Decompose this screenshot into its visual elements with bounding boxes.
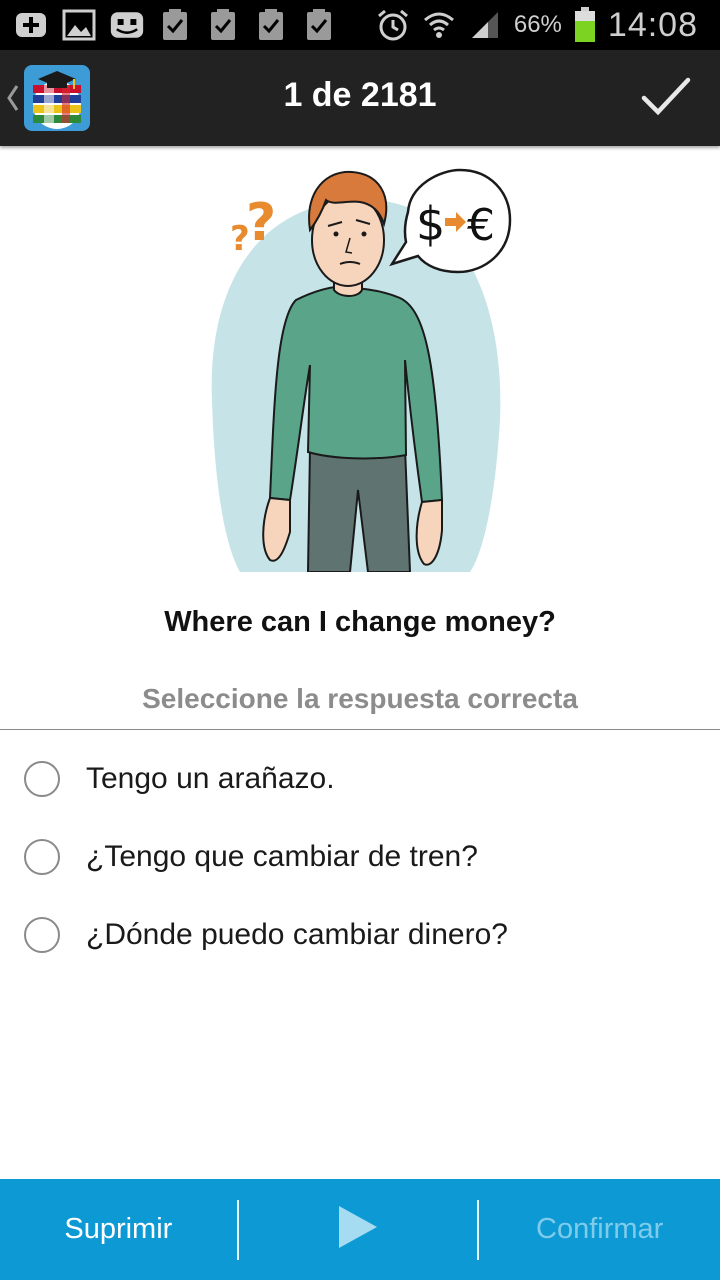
radio-button[interactable] <box>24 917 60 953</box>
play-icon <box>337 1204 379 1255</box>
clipboard-check-icon <box>206 8 240 42</box>
battery-percentage: 66% <box>513 11 562 38</box>
instruction-text: Seleccione la respuesta correcta <box>142 683 578 714</box>
confirm-button[interactable]: Confirmar <box>479 1179 720 1280</box>
play-button[interactable] <box>239 1179 478 1280</box>
answer-option[interactable]: ¿Dónde puedo cambiar dinero? <box>0 896 720 974</box>
divider <box>0 729 720 730</box>
page-title: 1 de 2181 <box>283 76 437 114</box>
svg-text:€: € <box>467 200 495 251</box>
clipboard-check-icon <box>158 8 192 42</box>
action-bar: 1 de 2181 <box>0 50 720 146</box>
clipboard-check-icon <box>254 8 288 42</box>
answer-option[interactable]: ¿Tengo que cambiar de tren? <box>0 818 720 896</box>
notification-icons <box>0 8 336 42</box>
checkmark-icon[interactable] <box>640 76 692 120</box>
signal-icon <box>468 8 502 42</box>
messenger-icon <box>110 8 144 42</box>
svg-text:?: ? <box>246 193 276 253</box>
up-chevron-icon[interactable] <box>6 80 22 116</box>
clipboard-check-icon <box>302 8 336 42</box>
answer-options: Tengo un arañazo. ¿Tengo que cambiar de … <box>0 740 720 974</box>
answer-option[interactable]: Tengo un arañazo. <box>0 740 720 818</box>
add-icon <box>14 8 48 42</box>
answer-option-label: ¿Dónde puedo cambiar dinero? <box>86 918 508 951</box>
radio-button[interactable] <box>24 761 60 797</box>
delete-button[interactable]: Suprimir <box>0 1179 237 1280</box>
clock: 14:08 <box>607 5 698 44</box>
screen: 66% 14:08 1 de 2181 ? ? $ € Where can I … <box>0 0 720 1280</box>
question-text: Where can I change money? <box>164 606 556 638</box>
answer-option-label: ¿Tengo que cambiar de tren? <box>86 840 478 873</box>
status-bar: 66% 14:08 <box>0 0 720 50</box>
app-logo[interactable] <box>24 65 90 131</box>
alarm-icon <box>376 8 410 42</box>
gallery-icon <box>62 8 96 42</box>
system-icons: 66% 14:08 <box>376 6 720 45</box>
svg-text:?: ? <box>230 219 250 259</box>
battery-icon <box>574 7 596 42</box>
bottom-action-bar: Suprimir Confirmar <box>0 1179 720 1280</box>
radio-button[interactable] <box>24 839 60 875</box>
question-illustration: ? ? $ € <box>200 160 520 573</box>
wifi-icon <box>422 8 456 42</box>
answer-option-label: Tengo un arañazo. <box>86 762 335 795</box>
svg-text:$: $ <box>416 197 445 251</box>
